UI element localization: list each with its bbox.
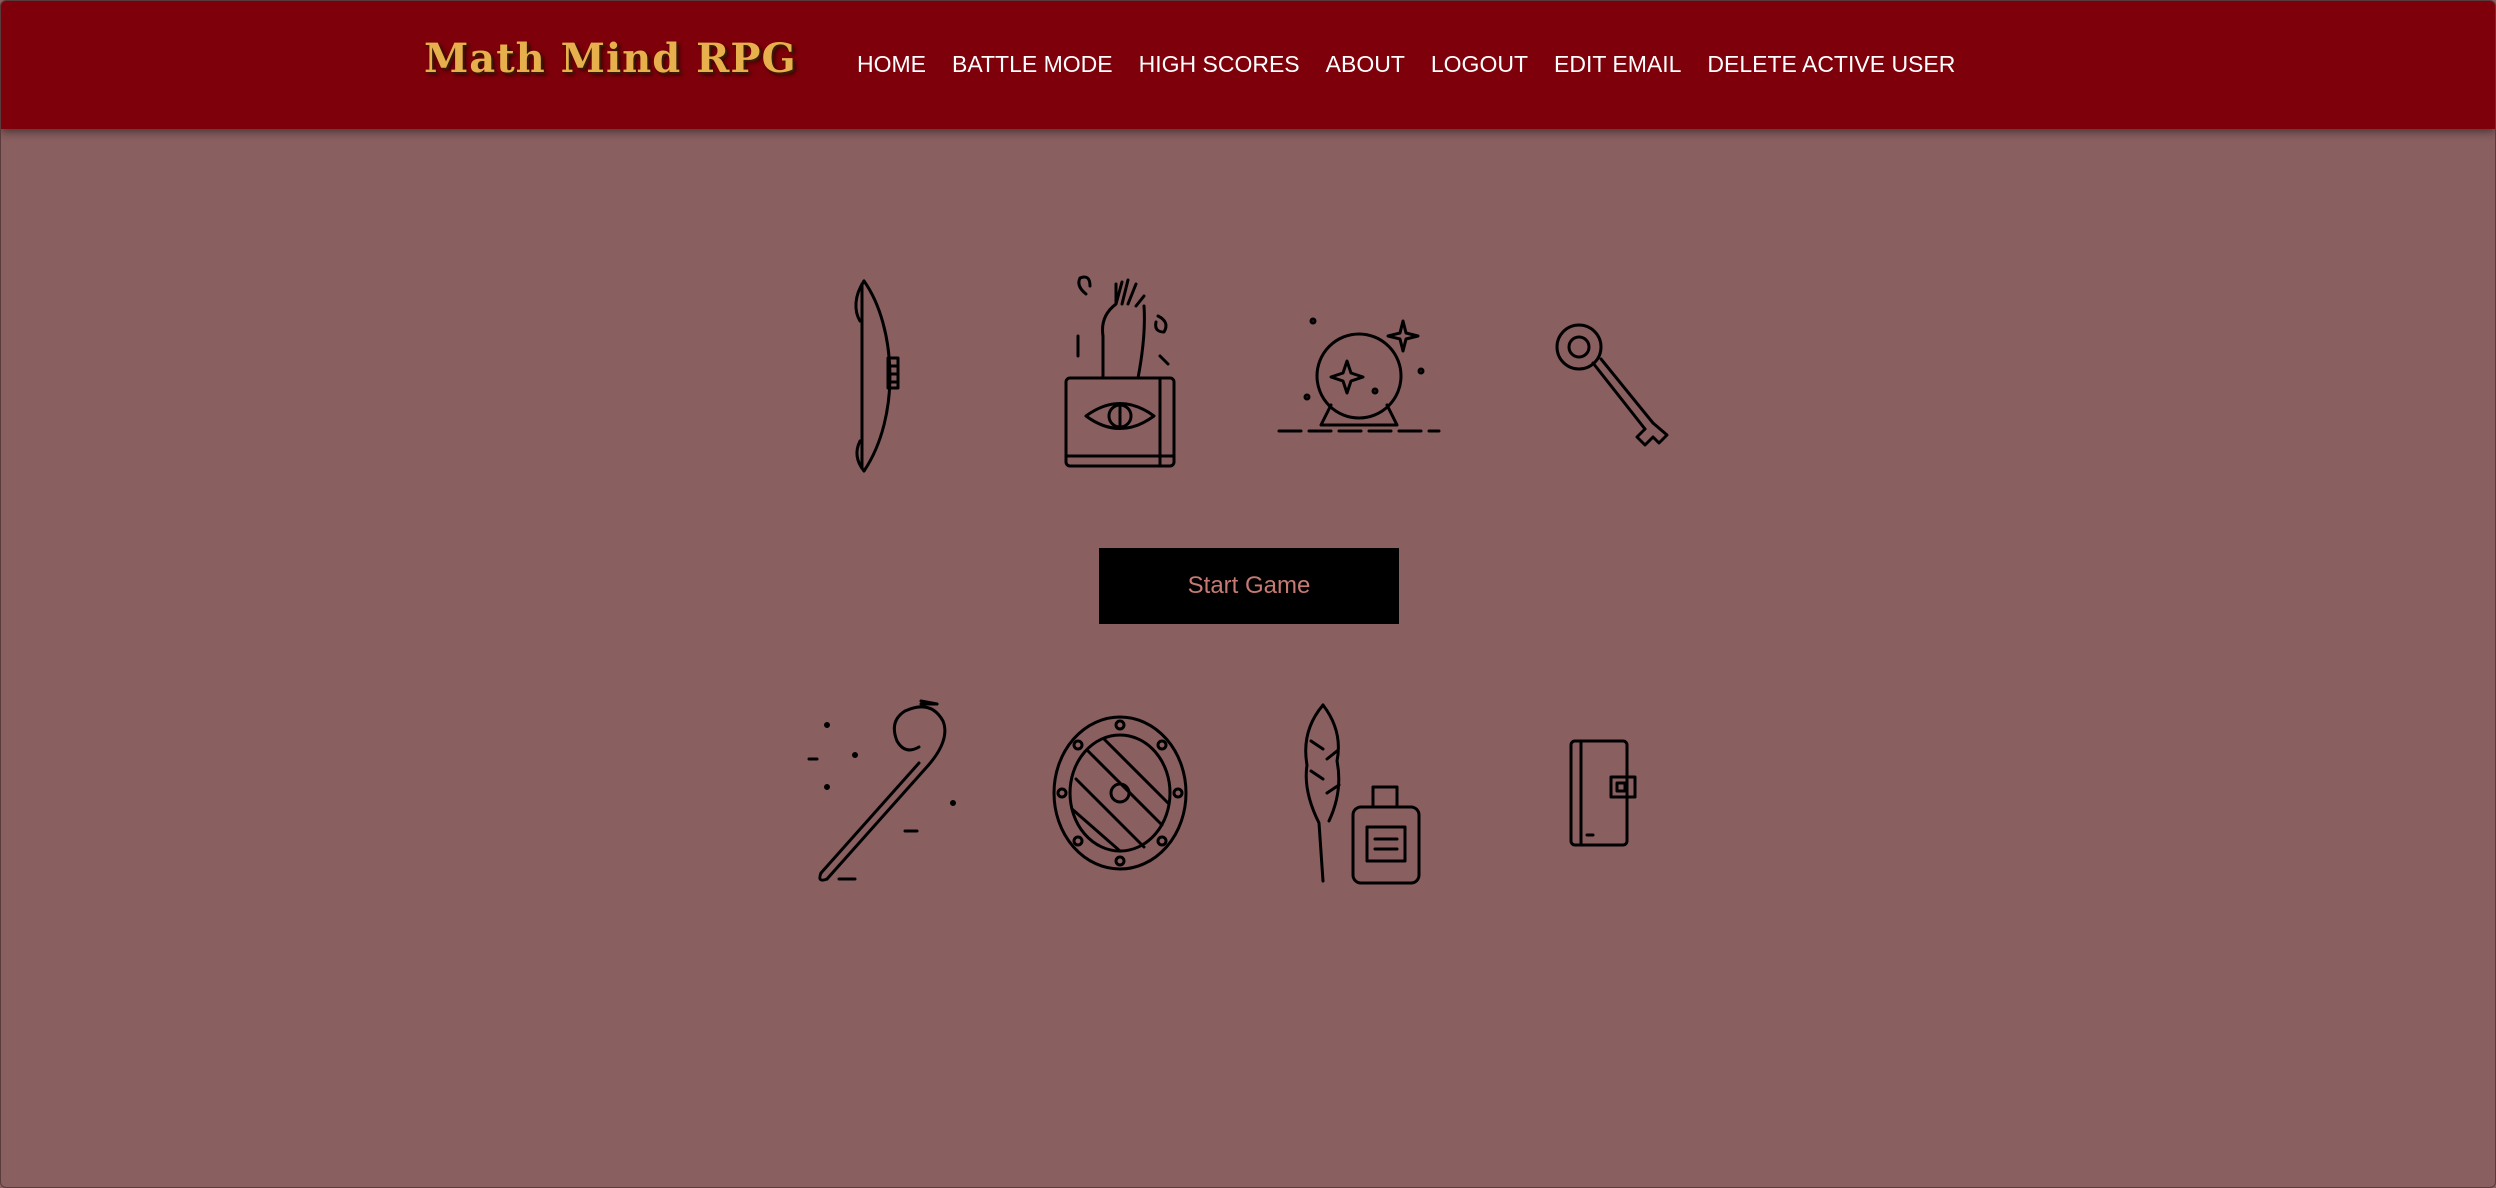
- spellbook-eye-icon: [1028, 275, 1218, 476]
- staff-icon: [801, 699, 991, 901]
- app-logo[interactable]: Math Mind RPG: [424, 35, 797, 82]
- key-icon: [1541, 311, 1731, 511]
- nav-home[interactable]: HOME: [857, 51, 926, 78]
- start-game-button[interactable]: Start Game: [1099, 548, 1399, 624]
- nav-edit-email[interactable]: EDIT EMAIL: [1554, 51, 1681, 78]
- bow-icon: [776, 276, 966, 476]
- main-nav: HOME BATTLE MODE HIGH SCORES ABOUT LOGOU…: [857, 51, 1981, 78]
- book-icon: [1541, 721, 1731, 921]
- navbar: Math Mind RPG HOME BATTLE MODE HIGH SCOR…: [1, 1, 2495, 129]
- nav-about[interactable]: ABOUT: [1326, 51, 1405, 78]
- nav-battle-mode[interactable]: BATTLE MODE: [952, 51, 1113, 78]
- app-window: Math Mind RPG HOME BATTLE MODE HIGH SCOR…: [0, 0, 2496, 1188]
- crystal-ball-icon: [1271, 301, 1461, 501]
- nav-delete-active-user[interactable]: DELETE ACTIVE USER: [1707, 51, 1955, 78]
- nav-high-scores[interactable]: HIGH SCORES: [1139, 51, 1300, 78]
- quill-ink-icon: [1281, 701, 1471, 901]
- nav-logout[interactable]: LOGOUT: [1431, 51, 1528, 78]
- shield-icon: [1028, 701, 1218, 901]
